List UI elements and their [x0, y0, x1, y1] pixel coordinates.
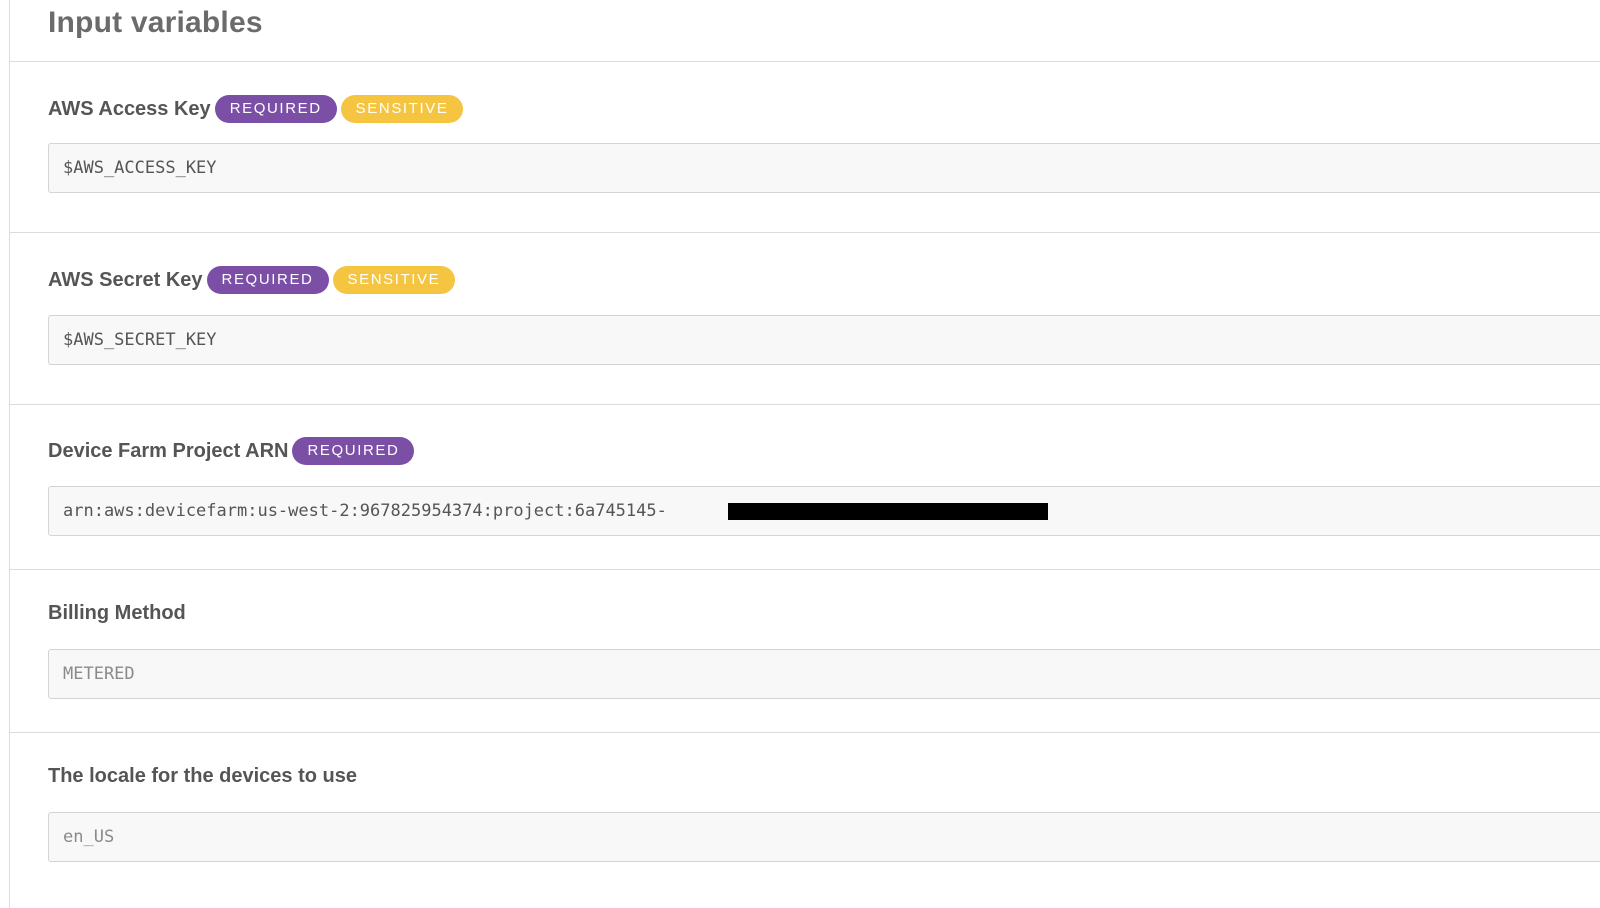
variable-label: AWS Access Key [48, 97, 211, 120]
input-variables-panel: Input variables AWS Access Key REQUIRED … [0, 0, 1600, 908]
variable-label-row: AWS Access Key REQUIRED SENSITIVE [48, 95, 464, 123]
required-badge: REQUIRED [214, 95, 337, 123]
variable-billing-method: Billing Method [10, 570, 1600, 733]
variable-label: The locale for the devices to use [48, 765, 357, 787]
aws-access-key-input[interactable] [48, 143, 1600, 193]
panel-header: Input variables [10, 0, 1600, 62]
device-locale-input[interactable] [48, 812, 1600, 862]
panel-title: Input variables [48, 6, 263, 39]
required-badge: REQUIRED [206, 266, 329, 294]
variable-label: Billing Method [48, 602, 186, 624]
required-badge: REQUIRED [292, 437, 415, 465]
redaction-bar [728, 503, 1048, 520]
variable-label-row: AWS Secret Key REQUIRED SENSITIVE [48, 266, 456, 294]
variable-label-row: The locale for the devices to use [48, 765, 357, 788]
variable-aws-secret-key: AWS Secret Key REQUIRED SENSITIVE [10, 233, 1600, 405]
sensitive-badge: SENSITIVE [332, 266, 456, 294]
billing-method-input[interactable] [48, 649, 1600, 699]
variable-label-row: Billing Method [48, 602, 186, 625]
sensitive-badge: SENSITIVE [340, 95, 464, 123]
variable-label-row: Device Farm Project ARN REQUIRED [48, 437, 415, 465]
variable-device-farm-project-arn: Device Farm Project ARN REQUIRED [10, 405, 1600, 570]
variable-label: AWS Secret Key [48, 268, 203, 291]
variable-aws-access-key: AWS Access Key REQUIRED SENSITIVE [10, 62, 1600, 233]
variable-label: Device Farm Project ARN [48, 439, 289, 462]
variable-device-locale: The locale for the devices to use [10, 733, 1600, 908]
aws-secret-key-input[interactable] [48, 315, 1600, 365]
